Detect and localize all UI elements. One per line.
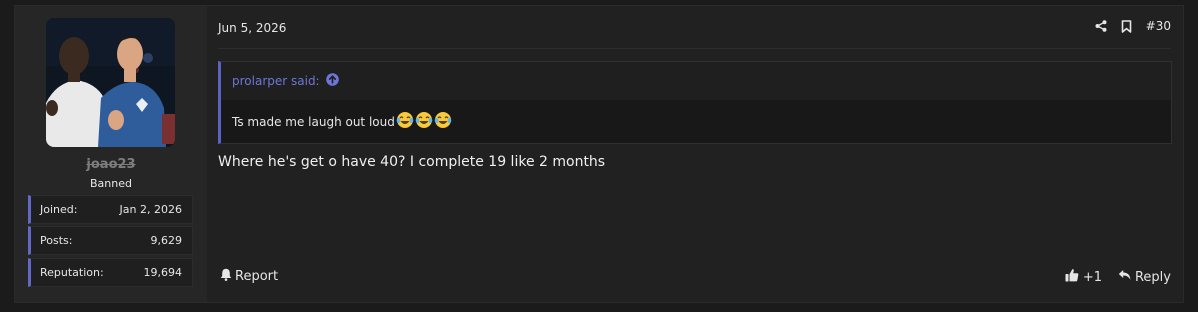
avatar[interactable] — [46, 18, 175, 147]
quote-author[interactable]: prolarper said: — [232, 74, 320, 88]
avatar-image — [46, 18, 175, 147]
post-actions: #30 — [1095, 19, 1171, 33]
stat-posts: Posts: 9,629 — [28, 226, 193, 255]
stat-value: 9,629 — [150, 234, 183, 247]
stat-label: Reputation: — [40, 266, 104, 279]
stat-joined: Joined: Jan 2, 2026 — [28, 195, 193, 224]
post-date[interactable]: Jun 5, 2026 — [218, 21, 286, 35]
bookmark-icon[interactable] — [1121, 19, 1132, 33]
laughing-tears-emoji-icon — [434, 111, 452, 132]
stat-label: Joined: — [40, 203, 78, 216]
stat-reputation: Reputation: 19,694 — [28, 258, 193, 287]
like-button[interactable]: +1 — [1065, 268, 1102, 286]
header-divider — [218, 48, 1171, 49]
share-icon[interactable] — [1095, 20, 1107, 32]
stat-value: 19,694 — [143, 266, 183, 279]
quote-header[interactable]: prolarper said: — [221, 62, 1171, 100]
like-count: +1 — [1082, 269, 1102, 285]
forum-post: joao23 Banned Joined: Jan 2, 2026 Posts:… — [14, 5, 1184, 303]
user-info-panel: joao23 Banned Joined: Jan 2, 2026 Posts:… — [15, 6, 207, 302]
report-label: Report — [235, 269, 279, 284]
post-body: Where he's get o have 40? I complete 19 … — [218, 154, 606, 170]
post-number[interactable]: #30 — [1146, 19, 1171, 33]
stat-label: Posts: — [40, 234, 73, 247]
post-main: Jun 5, 2026 #30 prolarper said: Ts made … — [198, 6, 1183, 302]
reply-icon — [1118, 269, 1131, 285]
quote-content: Ts made me laugh out loud — [221, 100, 1171, 143]
report-button[interactable]: Report — [220, 268, 278, 285]
post-pointer — [198, 20, 207, 38]
username[interactable]: joao23 — [15, 157, 207, 172]
post-reactions: +1 Reply — [1065, 268, 1171, 286]
reply-label: Reply — [1134, 269, 1171, 285]
quote-text: Ts made me laugh out loud — [232, 114, 395, 129]
bell-icon — [220, 268, 232, 285]
laughing-tears-emoji-icon — [396, 111, 414, 132]
stat-value: Jan 2, 2026 — [119, 203, 182, 216]
arrow-up-circle-icon[interactable] — [325, 73, 339, 89]
user-title: Banned — [90, 177, 132, 190]
laughing-tears-emoji-icon — [415, 111, 433, 132]
quote-block: prolarper said: Ts made me laugh out lou… — [218, 61, 1172, 144]
reply-button[interactable]: Reply — [1118, 269, 1171, 285]
thumbs-up-icon — [1065, 268, 1079, 286]
